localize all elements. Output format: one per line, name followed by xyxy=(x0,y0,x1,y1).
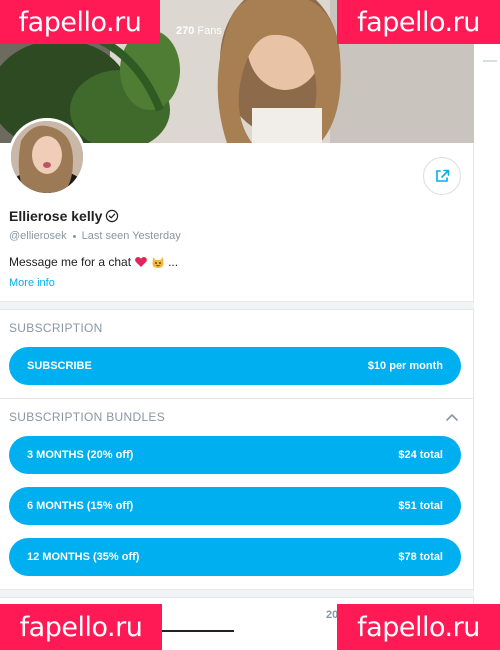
bundles-title: SUBSCRIPTION BUNDLES xyxy=(9,410,166,424)
cat-face-icon xyxy=(152,257,164,268)
divider xyxy=(0,398,474,399)
profile-handle: @ellierosek xyxy=(9,230,67,242)
right-gutter xyxy=(475,0,500,650)
share-icon xyxy=(436,169,450,182)
bundle-3-months-button[interactable]: 3 MONTHS (20% off) $24 total xyxy=(9,436,461,474)
watermark-top-left: fapello.ru xyxy=(0,0,160,44)
subscription-title: SUBSCRIPTION xyxy=(9,321,103,335)
profile-name-row: Ellierose kelly xyxy=(9,208,119,224)
bundle-price: $24 total xyxy=(398,449,443,461)
watermark-bottom-right: fapello.ru xyxy=(337,604,500,650)
share-button[interactable] xyxy=(423,157,461,195)
scroll-hint xyxy=(483,60,497,62)
handle-row: @ellierosek Last seen Yesterday xyxy=(9,230,181,242)
section-separator xyxy=(0,589,474,598)
profile-page: 270 Fans Ellierose kelly @ellierosek Las… xyxy=(0,0,500,650)
chevron-up-icon[interactable] xyxy=(444,410,460,424)
fans-label: Fans xyxy=(197,25,222,37)
subscribe-button[interactable]: SUBSCRIBE $10 per month xyxy=(9,347,461,385)
profile-bio: Message me for a chat ... xyxy=(9,255,178,269)
bundle-label: 3 MONTHS (20% off) xyxy=(27,449,134,461)
watermark-bottom-left: fapello.ru xyxy=(0,604,162,650)
fans-count: 270 xyxy=(176,25,195,37)
bio-text: Message me for a chat xyxy=(9,255,132,269)
bundle-price: $78 total xyxy=(398,551,443,563)
section-separator xyxy=(0,301,474,310)
last-seen: Last seen Yesterday xyxy=(81,230,181,242)
avatar[interactable] xyxy=(8,118,86,196)
fans-stat: 270 Fans xyxy=(176,25,222,37)
subscribe-label: SUBSCRIBE xyxy=(27,360,92,372)
profile-column: 270 Fans Ellierose kelly @ellierosek Las… xyxy=(0,0,474,650)
profile-name: Ellierose kelly xyxy=(9,208,103,224)
watermark-top-right: fapello.ru xyxy=(337,0,500,44)
bundle-label: 12 MONTHS (35% off) xyxy=(27,551,140,563)
heart-icon xyxy=(135,256,147,267)
bundle-6-months-button[interactable]: 6 MONTHS (15% off) $51 total xyxy=(9,487,461,525)
bundle-label: 6 MONTHS (15% off) xyxy=(27,500,134,512)
separator-dot xyxy=(72,234,76,238)
bio-ellipsis: ... xyxy=(168,255,179,269)
more-info-link[interactable]: More info xyxy=(9,277,55,289)
subscribe-price: $10 per month xyxy=(367,360,443,372)
verified-icon xyxy=(106,209,119,223)
bundle-12-months-button[interactable]: 12 MONTHS (35% off) $78 total xyxy=(9,538,461,576)
bundle-price: $51 total xyxy=(398,500,443,512)
